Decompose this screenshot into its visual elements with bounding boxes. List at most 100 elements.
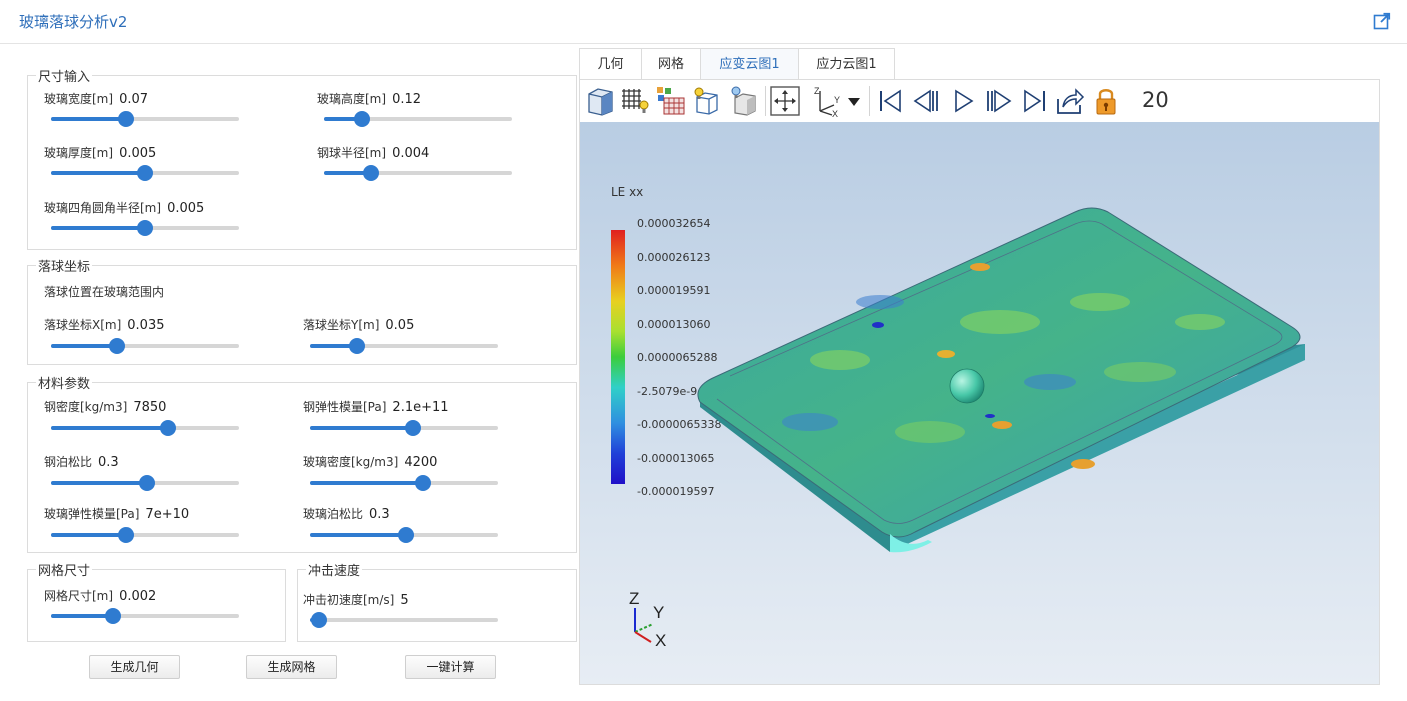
generate-mesh-button[interactable]: 生成网格 xyxy=(246,655,337,679)
drop-x-label: 落球坐标X[m] xyxy=(44,318,122,332)
mesh-size-slider[interactable] xyxy=(51,608,239,624)
glass-thickness-label: 玻璃厚度[m] xyxy=(44,146,114,160)
corner-radius-slider[interactable] xyxy=(51,220,239,236)
previous-frame-icon[interactable] xyxy=(910,85,942,117)
drop-position-legend: 落球坐标 xyxy=(38,260,91,275)
material-legend: 材料参数 xyxy=(38,377,91,392)
ball-radius-slider[interactable] xyxy=(324,165,512,181)
steel-density-slider[interactable] xyxy=(51,420,239,436)
mesh-size-legend: 网格尺寸 xyxy=(38,564,91,579)
slider-thumb[interactable] xyxy=(118,527,135,543)
glass-width-field: 玻璃宽度[m] 0.07 xyxy=(44,90,148,107)
slider-thumb[interactable] xyxy=(363,165,379,181)
slider-thumb[interactable] xyxy=(311,612,328,628)
steel-modulus-label: 钢弹性模量[Pa] xyxy=(303,400,387,414)
axis-z-label: Z xyxy=(629,589,639,608)
glass-poisson-field: 玻璃泊松比 0.3 xyxy=(303,505,390,522)
glass-plate-model xyxy=(697,207,1305,553)
drop-y-slider[interactable] xyxy=(310,338,498,354)
slider-thumb[interactable] xyxy=(159,420,176,436)
glass-density-value: 4200 xyxy=(404,455,438,470)
export-icon[interactable] xyxy=(1054,85,1086,117)
drop-y-field: 落球坐标Y[m] 0.05 xyxy=(303,316,414,333)
steel-poisson-value: 0.3 xyxy=(98,455,119,470)
glass-modulus-value: 7e+10 xyxy=(145,507,190,522)
last-frame-icon[interactable] xyxy=(1019,85,1051,117)
glass-thickness-field: 玻璃厚度[m] 0.005 xyxy=(44,144,156,161)
mesh-size-label: 网格尺寸[m] xyxy=(44,589,114,603)
dropdown-icon[interactable] xyxy=(844,85,864,117)
steel-modulus-slider[interactable] xyxy=(310,420,498,436)
glass-poisson-slider[interactable] xyxy=(310,527,498,543)
tab-strain-contour[interactable]: 应变云图1 xyxy=(700,48,799,79)
mesh-light-icon[interactable] xyxy=(619,85,651,117)
axis-triad-icon: Z Y X xyxy=(629,589,666,648)
glass-width-label: 玻璃宽度[m] xyxy=(44,92,114,106)
glass-width-slider[interactable] xyxy=(51,111,239,127)
slider-thumb[interactable] xyxy=(137,165,153,181)
slider-thumb[interactable] xyxy=(405,420,422,436)
ball-radius-value: 0.004 xyxy=(392,146,430,161)
glass-modulus-slider[interactable] xyxy=(51,527,239,543)
ball-radius-label: 钢球半径[m] xyxy=(317,146,387,160)
corner-radius-value: 0.005 xyxy=(167,201,205,216)
slider-thumb[interactable] xyxy=(397,527,414,543)
tab-stress-contour[interactable]: 应力云图1 xyxy=(798,48,895,79)
slider-thumb[interactable] xyxy=(105,608,122,624)
drop-x-value: 0.035 xyxy=(127,318,165,333)
slider-thumb[interactable] xyxy=(414,475,431,491)
steel-modulus-field: 钢弹性模量[Pa] 2.1e+11 xyxy=(303,398,449,415)
steel-poisson-field: 钢泊松比 0.3 xyxy=(44,453,119,470)
next-frame-icon[interactable] xyxy=(983,85,1015,117)
slider-thumb[interactable] xyxy=(138,475,155,491)
ball-radius-field: 钢球半径[m] 0.004 xyxy=(317,144,429,161)
open-external-icon[interactable] xyxy=(1373,12,1391,30)
viewer-toolbar: Z YX 20 xyxy=(580,80,1379,122)
svg-text:Z: Z xyxy=(814,86,820,96)
3d-scene[interactable]: LE xx 0.000032654 0.000026123 0.00001959… xyxy=(580,122,1379,684)
shaded-light-icon[interactable] xyxy=(727,85,759,117)
mesh-size-value: 0.002 xyxy=(119,589,157,604)
compute-button[interactable]: 一键计算 xyxy=(405,655,496,679)
steel-density-value: 7850 xyxy=(133,400,167,415)
glass-thickness-slider[interactable] xyxy=(51,165,239,181)
solid-view-icon[interactable] xyxy=(584,85,616,117)
wireframe-light-icon[interactable] xyxy=(691,85,723,117)
play-icon[interactable] xyxy=(947,85,979,117)
frame-number: 20 xyxy=(1142,88,1169,112)
steel-density-field: 钢密度[kg/m3] 7850 xyxy=(44,398,166,415)
tab-mesh[interactable]: 网格 xyxy=(641,48,701,79)
glass-density-slider[interactable] xyxy=(310,475,498,491)
glass-width-value: 0.07 xyxy=(119,92,149,107)
drop-x-slider[interactable] xyxy=(51,338,239,354)
impact-speed-value: 5 xyxy=(400,593,409,608)
slider-thumb[interactable] xyxy=(349,338,365,354)
impact-speed-field: 冲击初速度[m/s] 5 xyxy=(303,591,409,608)
steel-modulus-value: 2.1e+11 xyxy=(392,400,449,415)
lock-icon[interactable] xyxy=(1090,85,1122,117)
slider-thumb[interactable] xyxy=(108,338,125,354)
drop-y-label: 落球坐标Y[m] xyxy=(303,318,380,332)
color-mesh-icon[interactable] xyxy=(655,85,687,117)
fit-view-icon[interactable] xyxy=(769,85,801,117)
viewer-panel: ZYX 20 LE xx 0.000032654 0.000026123 0.0… xyxy=(579,79,1380,685)
steel-poisson-slider[interactable] xyxy=(51,475,239,491)
tab-geometry[interactable]: 几何 xyxy=(579,48,642,79)
glass-thickness-value: 0.005 xyxy=(119,146,157,161)
first-frame-icon[interactable] xyxy=(874,85,906,117)
glass-modulus-label: 玻璃弹性模量[Pa] xyxy=(44,507,140,521)
impact-speed-legend: 冲击速度 xyxy=(308,564,361,579)
drop-x-field: 落球坐标X[m] 0.035 xyxy=(44,316,165,333)
steel-poisson-label: 钢泊松比 xyxy=(44,455,93,469)
slider-thumb[interactable] xyxy=(137,220,153,236)
glass-height-slider[interactable] xyxy=(324,111,512,127)
impact-speed-label: 冲击初速度[m/s] xyxy=(303,593,395,607)
slider-thumb[interactable] xyxy=(118,111,135,127)
glass-height-value: 0.12 xyxy=(392,92,422,107)
impact-speed-slider[interactable] xyxy=(310,612,498,628)
toolbar-separator xyxy=(765,86,766,116)
glass-density-field: 玻璃密度[kg/m3] 4200 xyxy=(303,453,437,470)
slider-thumb[interactable] xyxy=(353,111,370,127)
axis-orientation-icon[interactable]: Z YX xyxy=(812,85,844,119)
generate-geometry-button[interactable]: 生成几何 xyxy=(89,655,180,679)
